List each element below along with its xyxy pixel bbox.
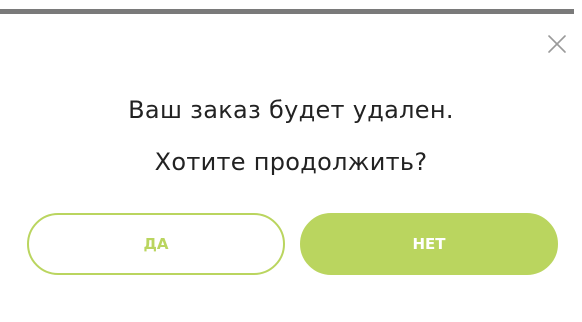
confirm-dialog: Ваш заказ будет удален. Хотите продолжит… [0, 0, 582, 322]
dialog-message-line2: Хотите продолжить? [154, 148, 428, 176]
dialog-message-line1: Ваш заказ будет удален. [128, 96, 454, 124]
yes-button[interactable]: ДА [27, 213, 285, 275]
no-button[interactable]: НЕТ [300, 213, 558, 275]
close-button[interactable] [545, 32, 569, 56]
dialog-top-bar [0, 9, 574, 14]
close-icon [548, 35, 566, 53]
